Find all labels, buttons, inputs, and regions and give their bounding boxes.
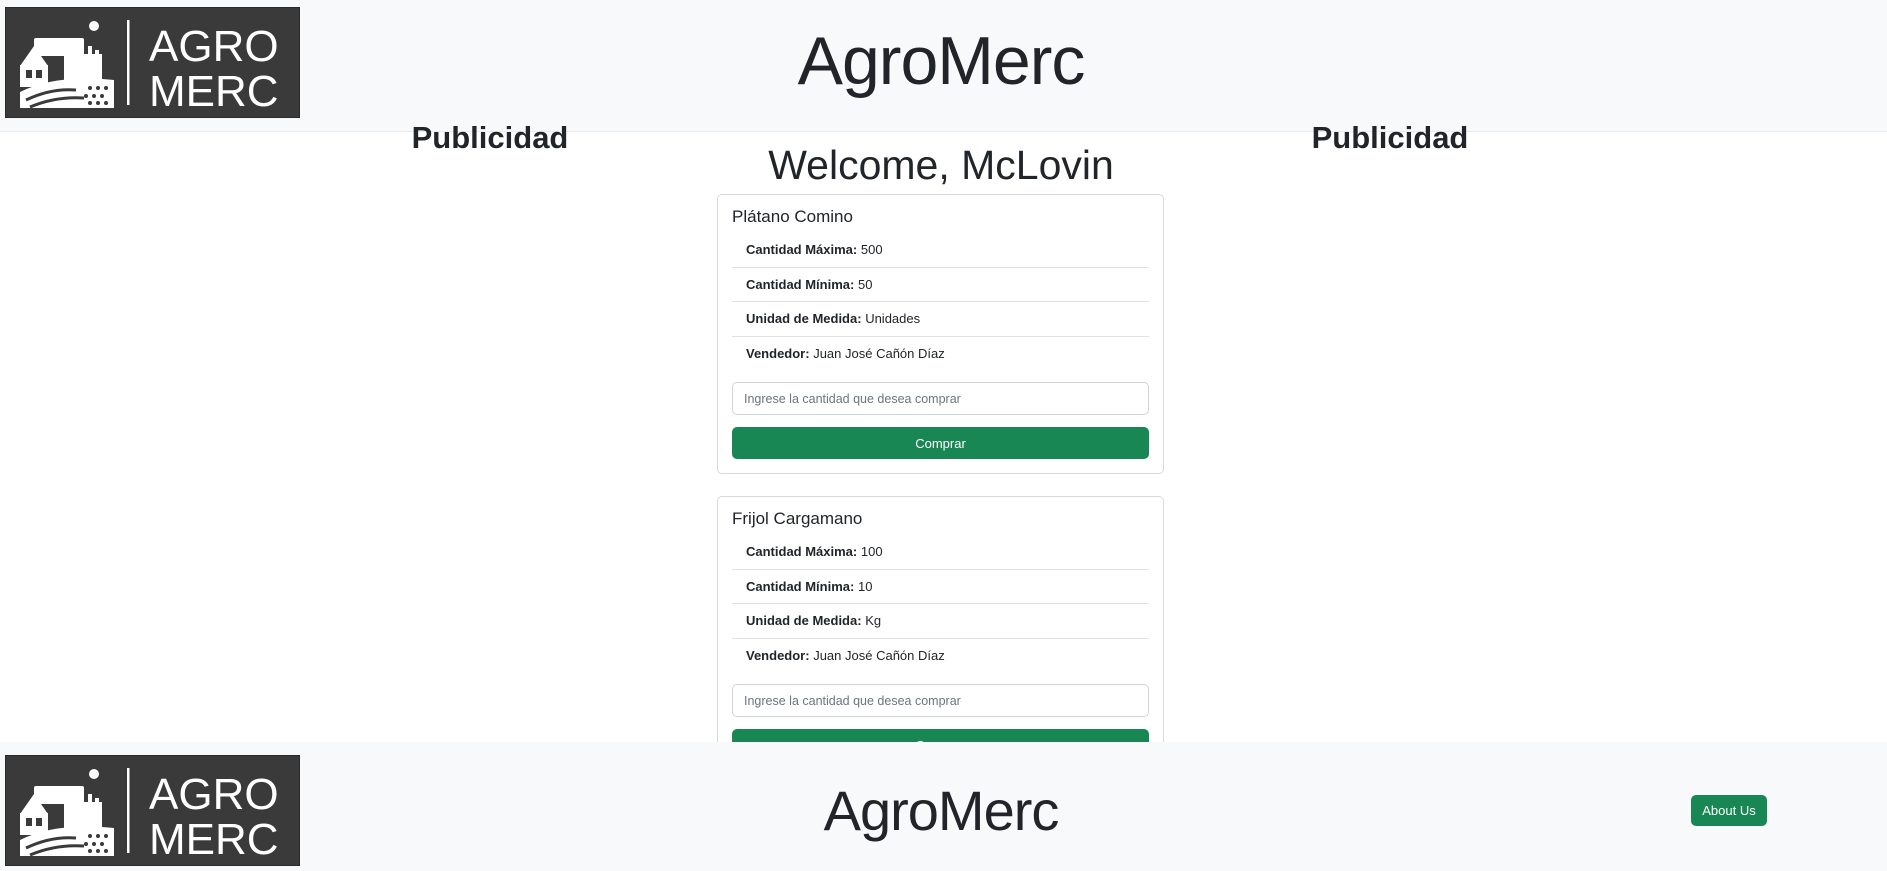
logo-text-agro: AGRO xyxy=(149,22,279,71)
agromerc-logo[interactable]: AGRO MERC xyxy=(5,755,300,866)
row-value: 10 xyxy=(857,578,873,594)
main-content[interactable]: Plátano Comino Cantidad Máxima: 500 Cant… xyxy=(0,132,1887,742)
row-value: Juan José Cañón Díaz xyxy=(813,345,945,361)
buy-button[interactable]: Comprar xyxy=(732,729,1149,742)
row-label: Cantidad Máxima: xyxy=(746,544,858,559)
max-quantity-row: Cantidad Máxima: 100 xyxy=(732,535,1149,570)
unit-row: Unidad de Medida: Kg xyxy=(732,604,1149,639)
logo-text-merc: MERC xyxy=(149,815,279,864)
seller-row: Vendedor: Juan José Cañón Díaz xyxy=(732,337,1149,372)
site-footer: AGRO MERC AgroMerc About Us xyxy=(0,742,1887,871)
min-quantity-row: Cantidad Mínima: 50 xyxy=(732,268,1149,302)
row-label: Unidad de Medida: xyxy=(746,311,862,326)
row-label: Cantidad Mínima: xyxy=(746,276,855,292)
row-label: Vendedor: xyxy=(746,647,810,663)
about-us-button[interactable]: About Us xyxy=(1691,795,1767,826)
row-value: 50 xyxy=(857,276,873,292)
row-value: Kg xyxy=(865,613,882,628)
site-header: AGRO MERC AgroMerc xyxy=(0,0,1887,132)
unit-row: Unidad de Medida: Unidades xyxy=(732,302,1149,337)
product-card: Frijol Cargamano Cantidad Máxima: 100 Ca… xyxy=(717,496,1164,742)
row-value: 100 xyxy=(860,544,883,559)
row-label: Cantidad Máxima: xyxy=(746,242,858,257)
row-label: Unidad de Medida: xyxy=(746,613,862,628)
row-label: Vendedor: xyxy=(746,345,810,361)
row-label: Cantidad Mínima: xyxy=(746,578,855,594)
buy-button[interactable]: Comprar xyxy=(732,427,1149,459)
row-value: Unidades xyxy=(865,311,921,326)
logo-text-agro: AGRO xyxy=(149,770,279,819)
product-name: Frijol Cargamano xyxy=(732,509,863,528)
seller-row: Vendedor: Juan José Cañón Díaz xyxy=(732,639,1149,674)
max-quantity-row: Cantidad Máxima: 500 xyxy=(732,233,1149,268)
quantity-input[interactable] xyxy=(732,684,1149,717)
row-value: 500 xyxy=(860,242,883,257)
product-info-list: Cantidad Máxima: 500 Cantidad Mínima: 50… xyxy=(732,233,1149,371)
agromerc-logo[interactable]: AGRO MERC xyxy=(5,7,300,118)
welcome-heading: Welcome, McLovin xyxy=(768,142,1114,188)
site-title: AgroMerc xyxy=(797,23,1086,99)
ad-heading-left: Publicidad xyxy=(411,120,569,155)
product-card: Plátano Comino Cantidad Máxima: 500 Cant… xyxy=(717,194,1164,474)
product-name: Plátano Comino xyxy=(732,207,853,226)
ad-heading-right: Publicidad xyxy=(1311,120,1469,155)
min-quantity-row: Cantidad Mínima: 10 xyxy=(732,570,1149,604)
product-info-list: Cantidad Máxima: 100 Cantidad Mínima: 10… xyxy=(732,535,1149,673)
footer-title: AgroMerc xyxy=(823,779,1060,842)
logo-text-merc: MERC xyxy=(149,67,279,116)
quantity-input[interactable] xyxy=(732,382,1149,415)
row-value: Juan José Cañón Díaz xyxy=(813,647,945,663)
